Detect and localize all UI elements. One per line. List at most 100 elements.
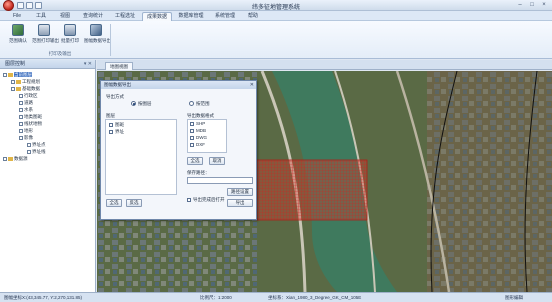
tree-node-landuse[interactable]: 地类图斑 [19, 114, 42, 120]
database-icon [8, 156, 13, 161]
save-icon[interactable] [17, 2, 24, 9]
mode-label: 导出方式 [106, 94, 124, 99]
tree-node-imagery[interactable]: 影像 [19, 135, 33, 141]
checkbox-icon[interactable] [19, 114, 23, 119]
checkbox-icon[interactable] [27, 149, 31, 154]
map-check-icon [12, 24, 24, 36]
ribbon-tabs: File 工具 视图 查询统计 工程选址 成果数据 数据库管理 系统管理 帮助 [0, 11, 552, 21]
checkbox-icon[interactable] [19, 128, 23, 133]
maximize-button[interactable]: □ [526, 1, 538, 9]
tab-help[interactable]: 帮助 [242, 12, 264, 21]
panel-pin-close[interactable]: ▾ ✕ [84, 60, 92, 69]
path-settings-button[interactable]: 路径设置 [227, 188, 253, 196]
layer-checkbox-1[interactable] [109, 123, 113, 127]
batch-printer-icon [64, 24, 76, 36]
tree-node-admin[interactable]: 行政区 [19, 93, 38, 99]
status-mode: 图形编辑 [505, 295, 523, 300]
tab-map-view[interactable]: 地图视图 [105, 62, 133, 70]
sheet-data-export-button[interactable]: 图幅数据导出 [84, 24, 111, 50]
radio-by-layer[interactable] [131, 101, 136, 106]
radio-by-range-label: 按范围 [196, 101, 210, 106]
expand-icon[interactable] [3, 156, 7, 161]
tab-system[interactable]: 系统管理 [210, 12, 240, 21]
tree-node-boundary-lines[interactable]: 界址线 [27, 149, 46, 155]
minimize-button[interactable]: – [514, 1, 526, 9]
status-coords: 图幅坐标X:(43,345.77, Y:2,270,131.85) [4, 295, 82, 300]
clear-formats-button[interactable]: 取消 [209, 157, 225, 165]
status-srs: 坐标系：Xian_1980_3_Degree_GK_CM_105E [268, 295, 362, 300]
tab-file[interactable]: File [6, 12, 28, 21]
open-after-export-label: 导出完成后打开 [193, 197, 225, 202]
format-shp: SHP [196, 121, 206, 126]
format-checkbox-shp[interactable] [190, 122, 194, 126]
export-button[interactable]: 导出 [227, 199, 253, 207]
window-title: 纬多征地管理系统 [251, 5, 300, 11]
layer-list[interactable]: 图斑 界址 [105, 119, 177, 195]
panel-header: 图层控制 ▾ ✕ [0, 60, 95, 69]
batch-print-button[interactable]: 批量打印 [58, 24, 82, 50]
close-icon[interactable]: ✕ [250, 81, 254, 89]
dialog-title: 图幅数据导出 [101, 81, 256, 89]
expand-icon[interactable] [3, 72, 7, 77]
tab-site-selection[interactable]: 工程选址 [110, 12, 140, 21]
redo-icon[interactable] [35, 2, 42, 9]
tree-node-current-layer[interactable]: 当前图层 [3, 72, 32, 78]
tab-view[interactable]: 视图 [54, 12, 76, 21]
panel-title: 图层控制 [5, 61, 26, 67]
format-checkbox-dxf[interactable] [190, 143, 194, 147]
open-after-export-checkbox[interactable] [187, 198, 191, 202]
folder-icon [16, 79, 21, 84]
tab-database[interactable]: 数据库管理 [174, 12, 208, 21]
save-path-label: 保存路径： [187, 170, 210, 175]
range-print-button[interactable]: 范围打印输出 [32, 24, 59, 50]
select-all-formats-button[interactable]: 全选 [187, 157, 203, 165]
tree-node-engineering[interactable]: 工程规划 [11, 79, 40, 85]
printer-icon [38, 24, 50, 36]
ribbon-group-label: 打印及输出 [48, 51, 72, 56]
radio-by-range[interactable] [189, 101, 194, 106]
layer-tree-panel: 图层控制 ▾ ✕ 当前图层 工程规划 基础数据 行政区 道路 水系 地类图斑 线… [0, 60, 96, 292]
folder-icon [8, 72, 13, 77]
tab-query-stats[interactable]: 查询统计 [78, 12, 108, 21]
format-checkbox-dwg[interactable] [190, 136, 194, 140]
format-dwg: DWG [196, 135, 207, 140]
invert-selection-button[interactable]: 反选 [126, 199, 142, 207]
layer-checkbox-2[interactable] [109, 130, 113, 134]
close-button[interactable]: × [538, 1, 550, 9]
tree-node-terrain[interactable]: 地形 [19, 128, 33, 134]
app-menu-button[interactable] [3, 0, 14, 11]
export-dialog: 图幅数据导出 ✕ 导出方式 按图层 按范围 图层 图斑 界址 全选 反选 导出数… [100, 80, 257, 220]
format-dxf: DXF [196, 142, 205, 147]
tab-tools[interactable]: 工具 [30, 12, 52, 21]
checkbox-icon[interactable] [19, 93, 23, 98]
tree-node-roads[interactable]: 道路 [19, 100, 33, 106]
checkbox-icon[interactable] [11, 86, 15, 91]
tree-node-linear[interactable]: 线状地物 [19, 121, 42, 127]
folder-icon [16, 86, 21, 91]
checkbox-icon[interactable] [19, 100, 23, 105]
checkbox-icon[interactable] [19, 121, 23, 126]
tree-node-boundary-points[interactable]: 界址点 [27, 142, 46, 148]
select-all-layers-button[interactable]: 全选 [106, 199, 122, 207]
export-icon [90, 24, 102, 36]
range-confirm-button[interactable]: 范围确认 [6, 24, 30, 50]
status-scale: 比例尺：1:2000 [200, 295, 232, 300]
ribbon-toolbar: 范围确认 范围打印输出 批量打印 图幅数据导出 打印及输出 [0, 21, 552, 59]
radio-by-layer-label: 按图层 [138, 101, 152, 106]
checkbox-icon[interactable] [11, 79, 15, 84]
checkbox-icon[interactable] [19, 135, 23, 140]
tree-node-base-data[interactable]: 基础数据 [11, 86, 40, 92]
checkbox-icon[interactable] [27, 142, 31, 147]
map-tab-bar: 地图视图 [97, 60, 552, 70]
layer-item-2: 界址 [115, 129, 124, 134]
tab-results-data[interactable]: 成果数据 [142, 12, 172, 21]
tree-node-data-source[interactable]: 数据源 [3, 156, 28, 162]
layer-item-1: 图斑 [115, 122, 124, 127]
format-checkbox-mdb[interactable] [190, 129, 194, 133]
save-path-input[interactable] [187, 177, 253, 184]
format-list[interactable]: SHP MDB DWG DXF [187, 119, 227, 153]
status-bar: 图幅坐标X:(43,345.77, Y:2,270,131.85) 比例尺：1:… [0, 292, 552, 302]
checkbox-icon[interactable] [19, 107, 23, 112]
undo-icon[interactable] [26, 2, 33, 9]
tree-node-water[interactable]: 水系 [19, 107, 33, 113]
